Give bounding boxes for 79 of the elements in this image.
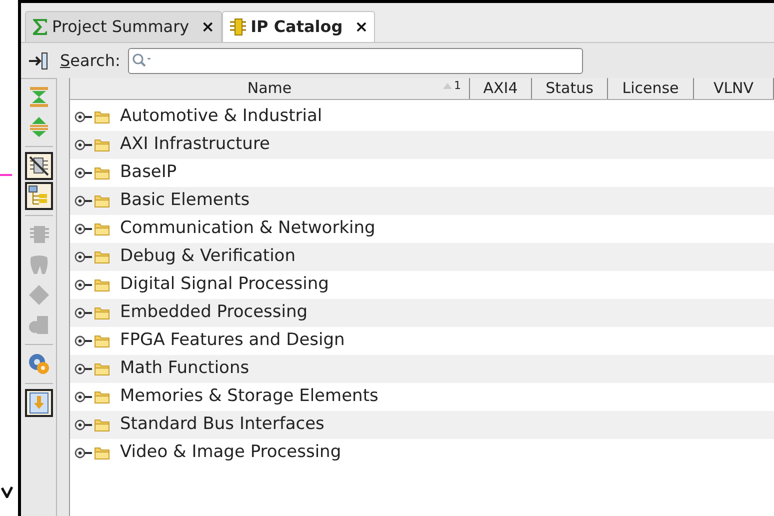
dash-mark-icon [0,174,12,177]
expand-all-icon [28,116,50,138]
category-name: Video & Image Processing [120,441,342,464]
folder-icon [94,138,110,152]
close-button[interactable]: × [201,19,215,35]
category-name: Communication & Networking [120,217,376,240]
tab-label: Project Summary [52,16,190,38]
hierarchy-icon [28,185,50,207]
tree-row[interactable]: Embedded Processing [70,299,774,327]
arrow-into-bar-icon [27,50,49,72]
tree-row[interactable]: Math Functions [70,355,774,383]
expand-node-icon[interactable] [74,111,92,123]
category-name: Digital Signal Processing [120,273,329,296]
folder-icon [94,306,110,320]
tree-row[interactable]: Standard Bus Interfaces [70,411,774,439]
toolbar-button[interactable] [24,152,52,180]
folder-icon [94,418,110,432]
folder-icon [94,194,110,208]
folder-icon [94,334,110,348]
category-name: Debug & Verification [120,245,296,268]
sort-indicator: 1 [443,78,461,94]
tab-label: IP Catalog [250,16,343,38]
sigma-icon [32,18,48,36]
tooth-icon [28,254,50,276]
expand-node-icon[interactable] [74,167,92,179]
category-name: AXI Infrastructure [120,133,270,156]
tree-row[interactable]: AXI Infrastructure [70,131,774,159]
expand-node-icon[interactable] [74,139,92,151]
category-name: Embedded Processing [120,301,308,324]
stacked-shapes-icon [28,314,50,336]
expand-node-icon[interactable] [74,307,92,319]
chip-icon [228,18,247,36]
folder-icon [94,278,110,292]
column-header[interactable]: VLNV [694,78,774,99]
search-icon [132,52,152,68]
chip-icon [28,224,50,246]
expand-node-icon[interactable] [74,279,92,291]
category-name: Memories & Storage Elements [120,385,378,408]
folder-icon [94,390,110,404]
download-icon [28,392,50,414]
expand-node-icon[interactable] [74,251,92,263]
expand-node-icon[interactable] [74,419,92,431]
folder-icon [94,362,110,376]
tree-row[interactable]: Debug & Verification [70,243,774,271]
tab[interactable]: Project Summary × [25,11,222,42]
crossed-chip-icon [28,155,50,177]
category-name: FPGA Features and Design [120,329,345,352]
category-name: Math Functions [120,357,250,380]
expand-node-icon[interactable] [74,195,92,207]
chevron-mark-icon [1,486,13,498]
folder-icon [94,446,110,460]
column-header[interactable]: Status [532,78,608,99]
expand-node-icon[interactable] [74,223,92,235]
collapse-all-icon [28,86,50,108]
folder-icon [94,110,110,124]
sort-ascending-icon [443,83,452,90]
folder-icon [94,222,110,236]
expand-node-icon[interactable] [74,363,92,375]
column-header[interactable]: Name 1 [70,78,470,99]
column-header[interactable]: AXI4 [470,78,532,99]
search-field[interactable] [128,48,584,74]
expand-node-icon[interactable] [74,391,92,403]
expand-node-icon[interactable] [74,447,92,459]
search-label: Search: [60,50,120,72]
tab[interactable]: IP Catalog × [222,11,376,42]
category-name: BaseIP [120,161,177,184]
column-header[interactable]: License [608,78,694,99]
gear-icon [28,353,50,375]
folder-icon [94,166,110,180]
toolbar-button[interactable] [24,182,52,210]
folder-icon [94,250,110,264]
close-button[interactable]: × [354,19,368,35]
category-name: Standard Bus Interfaces [120,413,324,436]
tree-row[interactable]: Basic Elements [70,187,774,215]
expand-node-icon[interactable] [74,335,92,347]
toolbar-button[interactable] [24,389,52,417]
category-name: Basic Elements [120,189,250,212]
category-name: Automotive & Industrial [120,105,322,128]
diamond-icon [28,284,50,306]
